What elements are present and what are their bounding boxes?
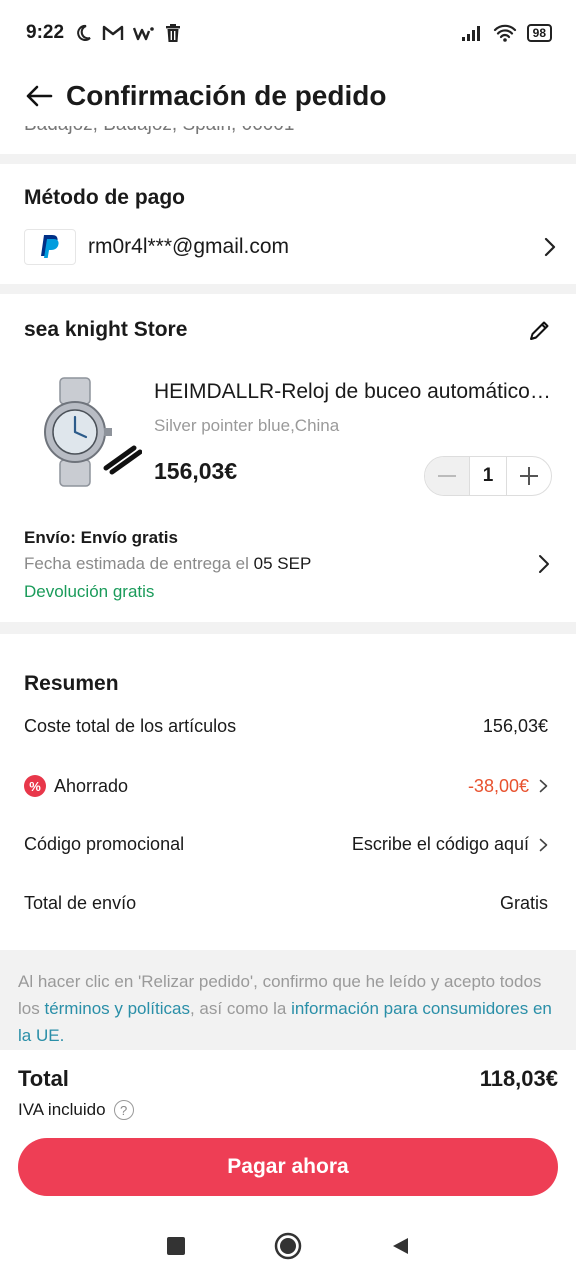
summary-title: Resumen: [24, 672, 119, 695]
status-right: 98: [461, 24, 552, 42]
page-title: Confirmación de pedido: [66, 80, 387, 111]
address-section[interactable]: Badajoz, Badajoz, Spain, 06001: [0, 126, 576, 154]
chevron-right-icon: [539, 779, 548, 793]
shipping-label: Envío: Envío gratis: [24, 528, 178, 547]
free-returns-label: Devolución gratis: [24, 582, 155, 601]
terms-disclaimer: Al hacer clic en 'Relizar pedido', confi…: [0, 950, 576, 1050]
help-icon[interactable]: ?: [113, 1100, 134, 1120]
promo-code-label: Código promocional: [24, 834, 185, 854]
store-name: sea knight Store: [24, 318, 188, 341]
chevron-right-icon: [539, 838, 548, 852]
product-price: 156,03€: [154, 458, 238, 484]
back-arrow-icon: [26, 85, 53, 107]
back-button[interactable]: [22, 79, 56, 113]
product-title[interactable]: HEIMDALLR-Reloj de buceo automático para…: [154, 380, 554, 404]
square-icon: [167, 1237, 185, 1255]
disclaimer-end: .: [59, 1026, 65, 1045]
battery-indicator: 98: [526, 24, 552, 42]
back-nav-button[interactable]: [380, 1226, 420, 1266]
delivery-prefix: Fecha estimada de entrega el: [24, 554, 249, 573]
edit-button[interactable]: [528, 318, 552, 347]
promo-right: Escribe el código aquí: [352, 834, 548, 855]
promo-code-row[interactable]: Código promocional Escribe el código aqu…: [24, 834, 548, 855]
items-cost-label: Coste total de los artículos: [24, 716, 237, 736]
address-text: Badajoz, Badajoz, Spain, 06001: [24, 126, 294, 136]
chevron-right-icon: [544, 237, 556, 257]
status-left: 9:22: [26, 22, 182, 44]
paypal-icon: [24, 229, 76, 265]
app-header: Confirmación de pedido: [0, 66, 576, 126]
plus-icon: [520, 467, 538, 485]
moon-icon: [73, 23, 93, 43]
quantity-stepper: 1: [424, 456, 552, 496]
total-value: 118,03€: [479, 1066, 558, 1091]
increase-quantity-button[interactable]: [507, 457, 551, 495]
gmail-icon: [102, 24, 124, 42]
pencil-icon: [530, 321, 549, 340]
terms-link[interactable]: términos y políticas: [44, 999, 190, 1018]
circle-icon: [274, 1232, 302, 1260]
decrease-quantity-button[interactable]: [425, 457, 469, 495]
tax-label: IVA incluido: [18, 1100, 106, 1119]
total-label: Total: [18, 1066, 69, 1091]
w-icon: [133, 24, 155, 42]
status-bar: 9:22 98: [0, 0, 576, 66]
trash-icon: [164, 23, 182, 43]
tax-info: IVA incluido ?: [18, 1100, 134, 1120]
status-time: 9:22: [26, 22, 65, 43]
shipping-total-label: Total de envío: [24, 893, 137, 913]
pay-now-button[interactable]: Pagar ahora: [18, 1138, 558, 1196]
disclaimer-text: , así como la: [189, 999, 292, 1018]
saved-right: -38,00€: [468, 776, 548, 797]
wifi-icon: [493, 24, 517, 42]
chevron-right-icon[interactable]: [538, 554, 550, 579]
recents-button[interactable]: [156, 1226, 196, 1266]
payment-method-card: Método de pago rm0r4l***@gmail.com: [0, 164, 576, 284]
delivery-estimate[interactable]: Fecha estimada de entrega el 05 SEP: [24, 554, 311, 574]
shipping-total-row: Total de envío Gratis: [24, 893, 548, 914]
items-cost-row: Coste total de los artículos 156,03€: [24, 716, 548, 737]
saved-label: Ahorrado: [54, 775, 129, 796]
saved-left: % Ahorrado: [24, 775, 128, 797]
minus-icon: [438, 475, 456, 477]
checkout-footer: Total 118,03€ IVA incluido ? Pagar ahora: [0, 1050, 576, 1212]
signal-icon: [461, 25, 483, 41]
triangle-back-icon: [393, 1238, 408, 1254]
home-button[interactable]: [268, 1226, 308, 1266]
summary-card: Resumen Coste total de los artículos 156…: [0, 634, 576, 950]
system-nav-bar: [0, 1212, 576, 1280]
delivery-date: 05 SEP: [253, 554, 312, 573]
store-card: sea knight Store HEIMDALLR-Reloj de buce…: [0, 294, 576, 622]
items-cost-value: 156,03€: [482, 716, 548, 736]
shipping-total-value: Gratis: [499, 893, 548, 913]
payment-method-row[interactable]: rm0r4l***@gmail.com: [24, 226, 556, 268]
product-image[interactable]: [22, 372, 143, 492]
saved-row[interactable]: % Ahorrado -38,00€: [24, 775, 548, 797]
quantity-value[interactable]: 1: [469, 457, 507, 495]
promo-code-input[interactable]: Escribe el código aquí: [352, 834, 529, 855]
saved-value: -38,00€: [467, 775, 529, 796]
payment-section-title: Método de pago: [24, 186, 185, 209]
payment-account: rm0r4l***@gmail.com: [88, 235, 290, 258]
product-variant: Silver pointer blue,China: [154, 416, 340, 435]
discount-icon: %: [24, 775, 46, 797]
